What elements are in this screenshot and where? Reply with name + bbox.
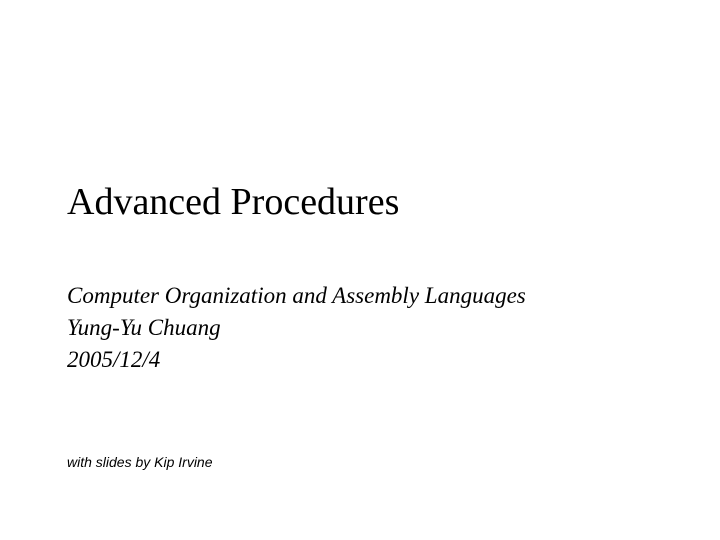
slide-date: 2005/12/4 — [67, 344, 680, 376]
subtitle-block: Computer Organization and Assembly Langu… — [67, 280, 680, 377]
credit-line: with slides by Kip Irvine — [67, 454, 213, 470]
slide-title: Advanced Procedures — [67, 180, 680, 224]
slide-container: Advanced Procedures Computer Organizatio… — [0, 0, 720, 540]
course-name: Computer Organization and Assembly Langu… — [67, 280, 680, 312]
author-name: Yung-Yu Chuang — [67, 312, 680, 344]
